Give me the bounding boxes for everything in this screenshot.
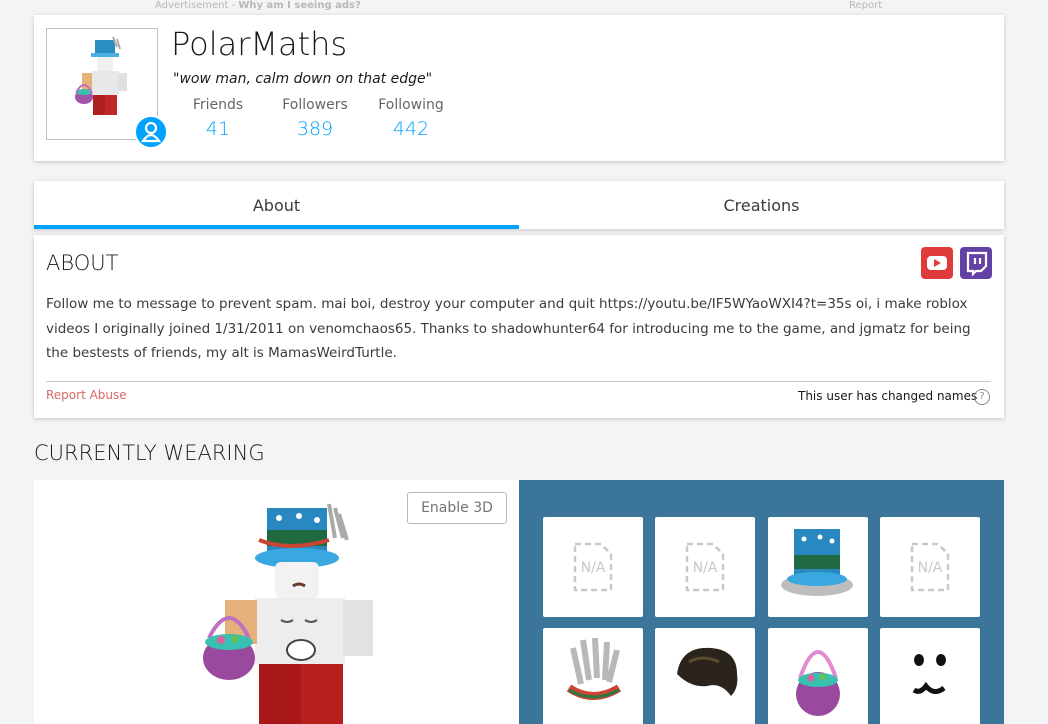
avatar-render-icon <box>203 503 373 724</box>
stat-value[interactable]: 389 <box>265 118 365 140</box>
user-badge <box>134 115 168 149</box>
item-tile[interactable] <box>655 628 755 724</box>
item-tile[interactable] <box>768 628 868 724</box>
na-label: N/A <box>692 560 718 576</box>
item-tile[interactable] <box>880 628 980 724</box>
report-abuse-link[interactable]: Report Abuse <box>46 388 127 402</box>
twitch-icon <box>966 251 988 277</box>
wings-hat-icon <box>566 637 622 700</box>
top-hat-icon <box>781 529 853 596</box>
youtube-link[interactable] <box>921 247 953 279</box>
wearing-items-grid: N/A N/A N/A <box>519 480 1004 724</box>
person-icon <box>140 121 162 143</box>
stat-value[interactable]: 41 <box>168 118 268 140</box>
stat-friends[interactable]: Friends 41 <box>168 97 268 140</box>
about-heading: ABOUT <box>46 251 119 275</box>
status-text: "wow man, calm down on that edge" <box>173 71 433 87</box>
ad-label: Advertisement - Why am I seeing ads? <box>155 0 361 11</box>
na-label: N/A <box>580 560 606 576</box>
why-ads-link[interactable]: Why am I seeing ads? <box>238 0 360 11</box>
username: PolarMaths <box>171 25 348 63</box>
stat-label: Friends <box>192 97 244 113</box>
na-label: N/A <box>917 560 943 576</box>
stat-following[interactable]: Following 442 <box>361 97 461 140</box>
changed-names-text: This user has changed names <box>798 389 978 403</box>
currently-wearing-heading: CURRENTLY WEARING <box>34 441 265 465</box>
item-tile[interactable]: N/A <box>655 517 755 617</box>
stat-value[interactable]: 442 <box>361 118 461 140</box>
help-icon[interactable]: ? <box>974 389 990 405</box>
tab-creations[interactable]: Creations <box>519 181 1004 229</box>
hair-icon <box>677 647 738 696</box>
profile-header: PolarMaths "wow man, calm down on that e… <box>34 15 1004 161</box>
item-tile[interactable] <box>543 628 643 724</box>
item-tile[interactable] <box>768 517 868 617</box>
divider <box>46 381 991 382</box>
stat-label: Followers <box>282 97 348 113</box>
face-icon <box>912 654 946 694</box>
about-section: ABOUT Follow me to message to prevent sp… <box>34 235 1004 418</box>
item-tile[interactable]: N/A <box>543 517 643 617</box>
basket-icon <box>796 650 840 716</box>
ad-report-link[interactable]: Report <box>849 0 882 11</box>
item-tile[interactable]: N/A <box>880 517 980 617</box>
enable-3d-button[interactable]: Enable 3D <box>407 492 507 524</box>
tab-about[interactable]: About <box>34 181 519 229</box>
profile-tabs: About Creations <box>34 181 1004 229</box>
avatar-viewer: Enable 3D <box>34 480 519 724</box>
youtube-icon <box>927 256 947 270</box>
stat-followers[interactable]: Followers 389 <box>265 97 365 140</box>
stat-label: Following <box>378 97 444 113</box>
twitch-link[interactable] <box>960 247 992 279</box>
about-text: Follow me to message to prevent spam. ma… <box>46 296 971 361</box>
ad-bar: Advertisement - Why am I seeing ads? Rep… <box>0 0 1048 14</box>
